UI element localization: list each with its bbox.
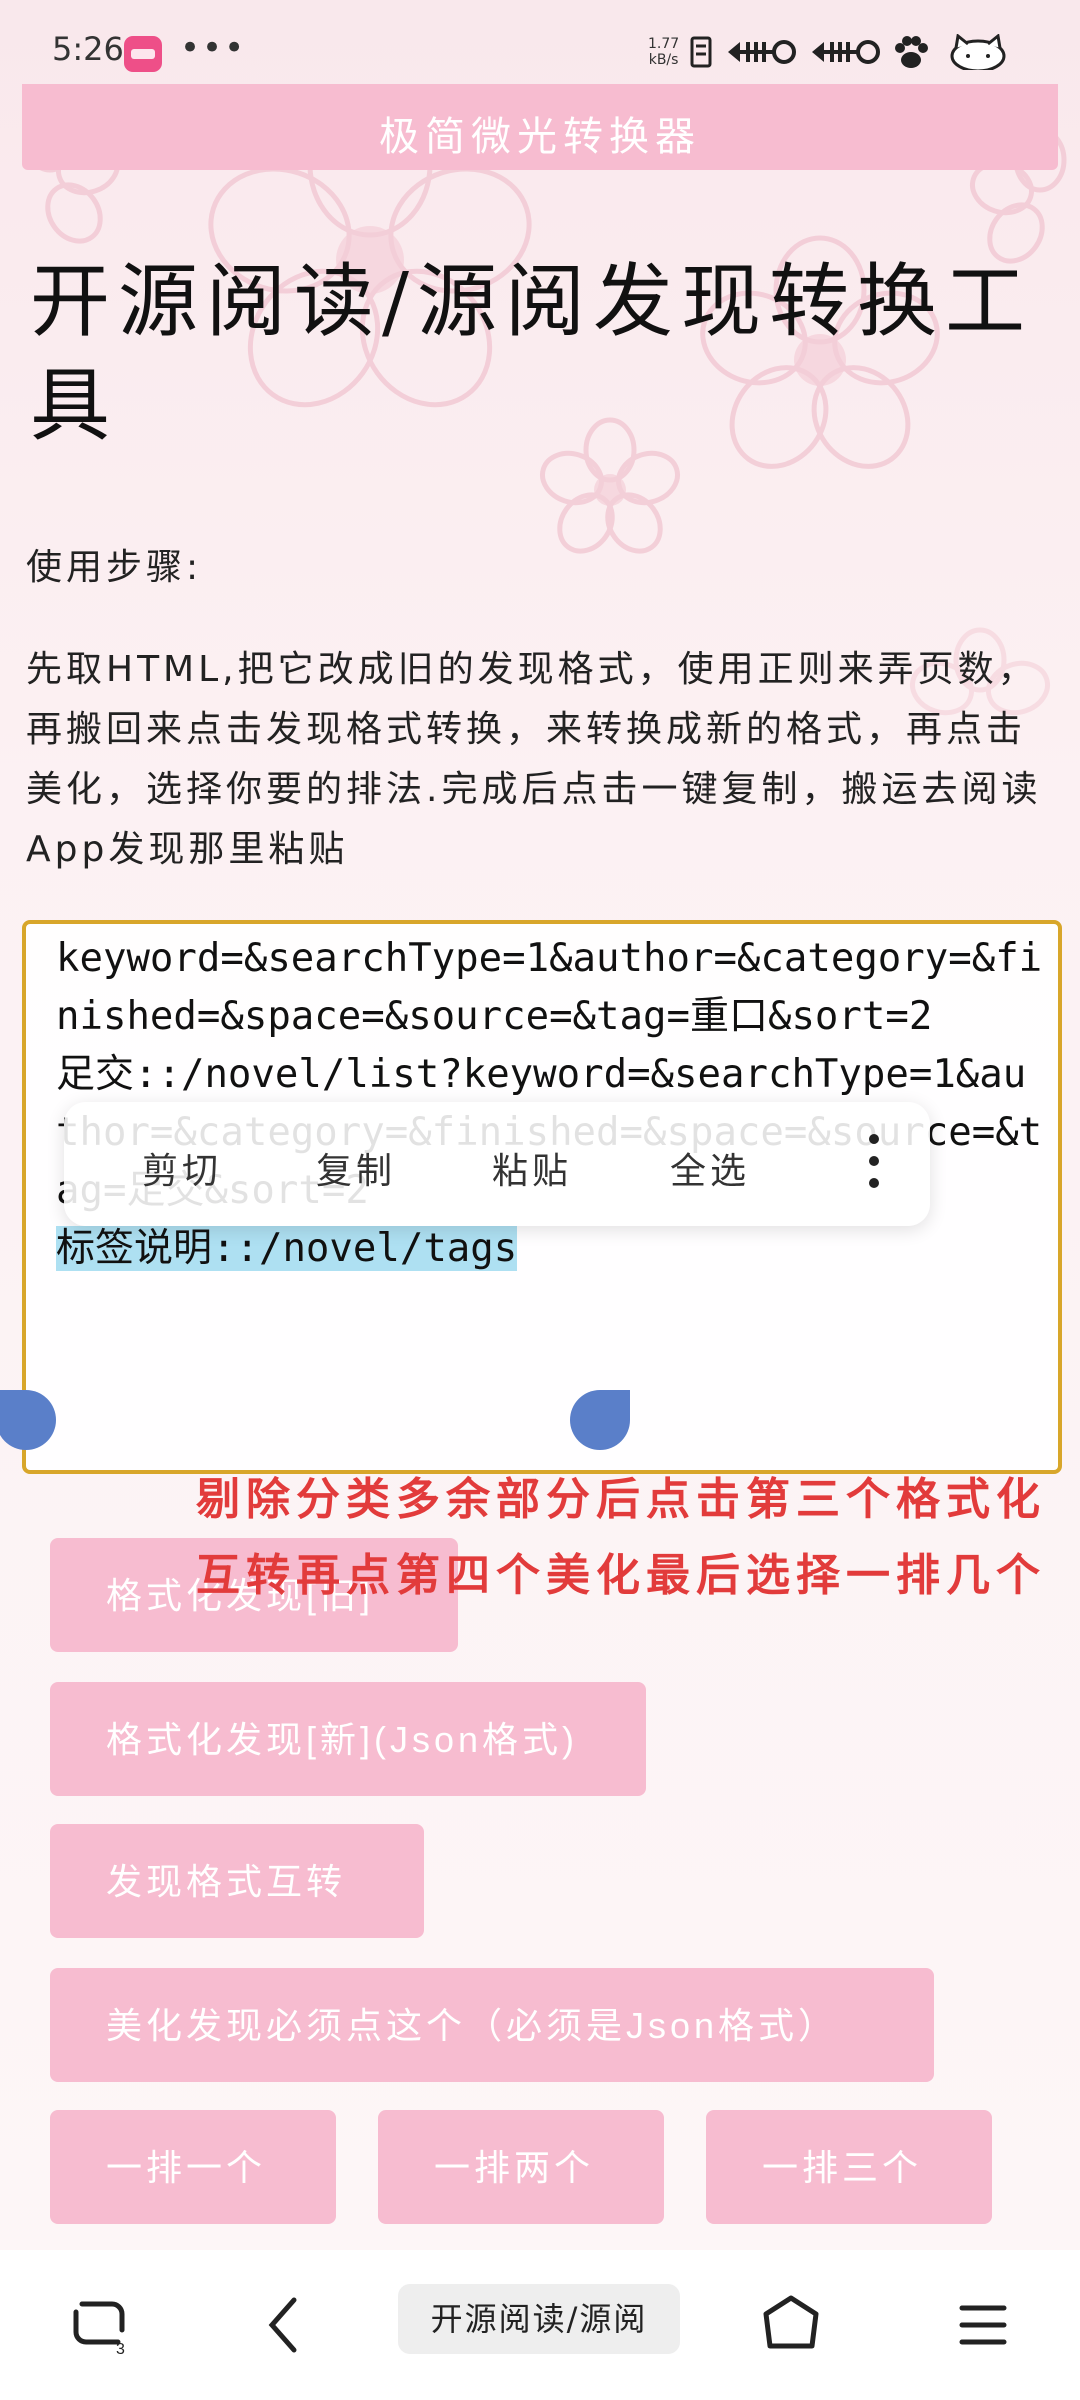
more-options-icon[interactable] [844,1122,904,1202]
status-time: 5:26 [52,30,124,68]
tabs-icon[interactable]: 3 [64,2290,134,2360]
app-title-bar: 极简微光转换器 [22,84,1058,170]
more-notifications-icon: ••• [180,28,247,68]
page-heading: 开源阅读/源阅发现转换工具 [30,255,1033,452]
selection-end-handle[interactable] [570,1390,630,1450]
app-title: 极简微光转换器 [379,114,701,160]
steps-label: 使用步骤: [26,547,203,588]
three-per-row-button[interactable]: 一排三个 [706,2110,992,2224]
network-speed: 1.77 kB/s [648,36,679,68]
current-page-pill[interactable]: 开源阅读/源阅 [398,2284,680,2354]
home-icon[interactable] [756,2290,826,2360]
back-icon[interactable] [250,2290,320,2360]
handwritten-annotation: 剔除分类多余部分后点击第三个格式化互转再点第四个美化最后选择一排几个 [196,1474,1046,1601]
menu-icon[interactable] [948,2290,1018,2360]
signal-icon [812,40,880,64]
paste-menu-item[interactable]: 粘贴 [492,1142,572,1194]
selected-text: 标签说明::/novel/tags [56,1226,518,1271]
format-new-json-button[interactable]: 格式化发现[新](Json格式) [50,1682,646,1796]
convert-format-button[interactable]: 发现格式互转 [50,1824,424,1938]
status-bar: 5:26 ••• 1.77 kB/s [0,0,1080,80]
two-per-row-button[interactable]: 一排两个 [378,2110,664,2224]
paw-icon [895,36,928,68]
one-per-row-button[interactable]: 一排一个 [50,2110,336,2224]
select-all-menu-item[interactable]: 全选 [670,1142,750,1194]
beautify-button[interactable]: 美化发现必须点这个（必须是Json格式） [50,1968,934,2082]
network-speed-unit: kB/s [648,52,679,68]
bilibili-app-icon [124,36,162,72]
hello-kitty-battery-icon [950,34,1006,70]
signal-icon [728,40,796,64]
instructions-text: 先取HTML,把它改成旧的发现格式，使用正则来弄页数，再搬回来点击发现格式转换，… [26,649,1042,870]
text-line: keyword=&searchType=1&author=&category=&… [56,936,1043,1039]
tab-count: 3 [116,2341,125,2358]
cut-menu-item[interactable]: 剪切 [142,1142,222,1194]
network-speed-value: 1.77 [648,36,680,52]
copy-menu-item[interactable]: 复制 [316,1142,396,1194]
text-selection-menu: 剪切 复制 粘贴 全选 [64,1102,930,1226]
sim-icon [690,36,712,68]
